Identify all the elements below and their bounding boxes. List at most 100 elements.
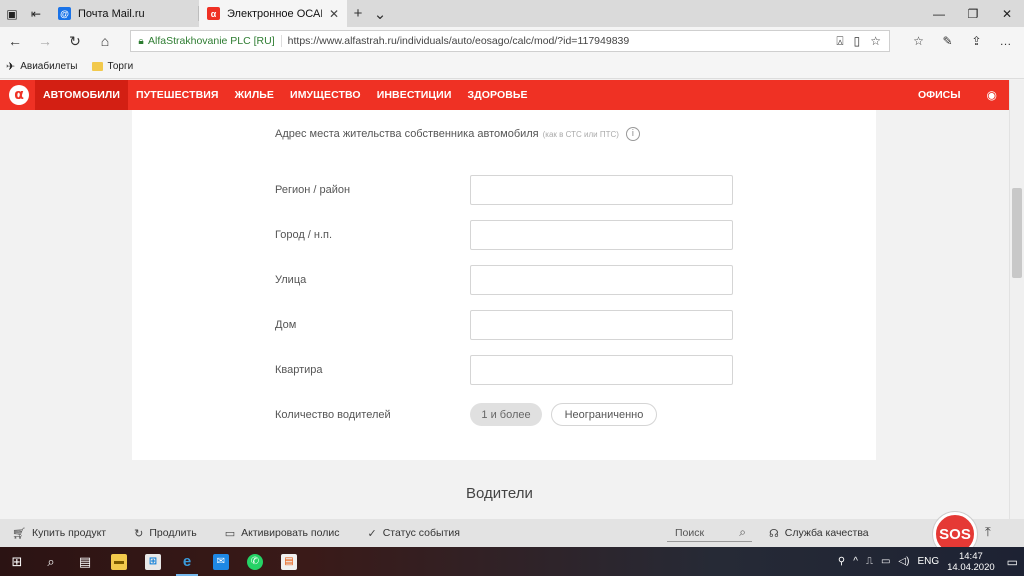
task-view-icon[interactable]: ▤ bbox=[68, 547, 102, 576]
apartment-label: Квартира bbox=[275, 364, 323, 376]
event-status-button[interactable]: ✓ Статус события bbox=[367, 527, 459, 540]
file-explorer-icon[interactable]: ▬ bbox=[102, 547, 136, 576]
alfa-logo[interactable]: α bbox=[9, 85, 29, 105]
edge-icon[interactable]: e bbox=[170, 547, 204, 576]
volume-icon[interactable]: ◁) bbox=[898, 556, 909, 567]
browser-tools: ☆ ✎ ⇪ … bbox=[904, 27, 1020, 55]
scroll-to-top-icon[interactable]: ⤒ bbox=[985, 524, 991, 540]
nav-item-travel[interactable]: ПУТЕШЕСТВИЯ bbox=[128, 80, 227, 110]
activate-policy-label: Активировать полис bbox=[241, 527, 340, 539]
close-window-icon[interactable]: ✕ bbox=[990, 0, 1024, 27]
site-header: α АВТОМОБИЛИ ПУТЕШЕСТВИЯ ЖИЛЬЕ ИМУЩЕСТВО… bbox=[0, 80, 1009, 110]
battery-icon[interactable]: ▭ bbox=[881, 556, 890, 567]
folder-icon bbox=[91, 62, 103, 71]
clock-date: 14.04.2020 bbox=[947, 561, 995, 573]
close-tab-icon[interactable]: ✕ bbox=[329, 7, 339, 21]
tab-eosago[interactable]: α Электронное ОСАГО ✕ bbox=[199, 0, 347, 27]
renew-icon: ↻ bbox=[134, 527, 144, 540]
address-bar-row: ← → ↻ ⌂ 🔒︎ AlfaStrakhovanie PLC [RU] htt… bbox=[0, 27, 1024, 55]
language-indicator[interactable]: ENG bbox=[917, 556, 939, 567]
main-nav: АВТОМОБИЛИ ПУТЕШЕСТВИЯ ЖИЛЬЕ ИМУЩЕСТВО И… bbox=[35, 80, 536, 110]
certificate-label[interactable]: AlfaStrakhovanie PLC [RU] bbox=[148, 35, 282, 47]
more-icon[interactable]: … bbox=[991, 34, 1020, 48]
tab-actions-icon[interactable]: ▣ bbox=[0, 0, 24, 27]
search-icon[interactable]: ⌕ bbox=[34, 547, 68, 576]
eye-icon[interactable]: ◉ bbox=[987, 88, 997, 102]
drivers-option-unlimited[interactable]: Неограниченно bbox=[551, 403, 657, 426]
new-tab-icon[interactable]: + bbox=[347, 0, 369, 27]
apartment-input[interactable] bbox=[470, 355, 733, 385]
nav-item-health[interactable]: ЗДОРОВЬЕ bbox=[459, 80, 535, 110]
drivers-section-title: Водители bbox=[466, 485, 533, 502]
address-form-card: Адрес места жительства собственника авто… bbox=[132, 110, 876, 460]
url-text[interactable]: https://www.alfastrah.ru/individuals/aut… bbox=[288, 35, 630, 47]
nav-item-property[interactable]: ИМУЩЕСТВО bbox=[282, 80, 369, 110]
alfa-icon: α bbox=[207, 7, 220, 20]
mail-app-icon[interactable]: ✉ bbox=[204, 547, 238, 576]
windows-start-icon[interactable]: ⊞ bbox=[0, 554, 34, 570]
bookmark-label: Торги bbox=[107, 61, 134, 72]
document-app-icon[interactable]: ▤ bbox=[272, 547, 306, 576]
home-icon[interactable]: ⌂ bbox=[90, 33, 120, 49]
nav-item-housing[interactable]: ЖИЛЬЕ bbox=[227, 80, 282, 110]
clock-time: 14:47 bbox=[958, 550, 983, 562]
section-title-text: Адрес места жительства собственника авто… bbox=[275, 128, 539, 140]
bookmark-torgi[interactable]: Торги bbox=[91, 61, 134, 72]
tab-title: Электронное ОСАГО bbox=[227, 7, 322, 20]
activate-policy-button[interactable]: ▭ Активировать полис bbox=[225, 527, 340, 540]
buy-product-label: Купить продукт bbox=[31, 527, 107, 539]
back-icon[interactable]: ← bbox=[0, 33, 30, 49]
tab-mail[interactable]: @ Почта Mail.ru bbox=[50, 0, 198, 27]
translate-icon[interactable]: ⍓ bbox=[836, 34, 843, 49]
city-input[interactable] bbox=[470, 220, 733, 250]
quality-service-button[interactable]: ☊ Служба качества bbox=[769, 519, 869, 547]
bookmark-aviabilety[interactable]: ✈ Авиабилеты bbox=[6, 60, 78, 73]
favorites-icon[interactable]: ☆ bbox=[904, 34, 933, 48]
tray-chevron-icon[interactable]: ^ bbox=[853, 556, 858, 567]
renew-button[interactable]: ↻ Продлить bbox=[134, 527, 197, 540]
notes-icon[interactable]: ✎ bbox=[933, 34, 962, 48]
drivers-count-label: Количество водителей bbox=[275, 409, 391, 421]
offices-link[interactable]: ОФИСЫ bbox=[918, 89, 961, 101]
nav-item-investments[interactable]: ИНВЕСТИЦИИ bbox=[369, 80, 460, 110]
windows-taskbar: ⊞ ⌕ ▤ ▬ ⊞ e ✉ ✆ ▤ ⚲ ^ ⎍ ▭ ◁) ENG 14:47 1… bbox=[0, 547, 1024, 576]
bookmark-label: Авиабилеты bbox=[20, 61, 78, 72]
house-label: Дом bbox=[275, 319, 297, 331]
people-icon[interactable]: ⚲ bbox=[838, 556, 845, 567]
bookmarks-bar: ✈ Авиабилеты Торги bbox=[0, 55, 1024, 79]
chevron-down-icon[interactable]: ⌄ bbox=[369, 0, 391, 27]
nav-item-auto[interactable]: АВТОМОБИЛИ bbox=[35, 80, 129, 110]
browser-tab-strip: ▣ ⇤ @ Почта Mail.ru α Электронное ОСАГО … bbox=[0, 0, 1024, 27]
set-tabs-aside-icon[interactable]: ⇤ bbox=[24, 0, 48, 27]
share-icon[interactable]: ⇪ bbox=[962, 34, 991, 48]
whatsapp-icon[interactable]: ✆ bbox=[238, 547, 272, 576]
drivers-option-one-or-more[interactable]: 1 и более bbox=[470, 403, 542, 426]
clock[interactable]: 14:47 14.04.2020 bbox=[947, 551, 995, 573]
search-placeholder: Поиск bbox=[675, 526, 705, 539]
network-icon[interactable]: ⎍ bbox=[866, 556, 873, 567]
system-tray: ⚲ ^ ⎍ ▭ ◁) ENG 14:47 14.04.2020 ▭ bbox=[838, 551, 1024, 573]
page-scrollbar[interactable] bbox=[1009, 80, 1024, 519]
lock-icon[interactable]: 🔒︎ bbox=[134, 36, 148, 47]
region-input[interactable] bbox=[470, 175, 733, 205]
minimize-icon[interactable]: — bbox=[922, 0, 956, 27]
section-hint: (как в СТС или ПТС) bbox=[542, 129, 619, 139]
reading-view-icon[interactable]: ▯ bbox=[854, 34, 861, 49]
scrollbar-thumb[interactable] bbox=[1012, 188, 1022, 278]
plane-icon: ✈ bbox=[6, 61, 16, 73]
url-field[interactable]: 🔒︎ AlfaStrakhovanie PLC [RU] https://www… bbox=[130, 30, 890, 52]
restore-icon[interactable]: ❐ bbox=[956, 0, 990, 27]
refresh-icon[interactable]: ↻ bbox=[60, 33, 90, 50]
store-icon[interactable]: ⊞ bbox=[136, 547, 170, 576]
buy-product-button[interactable]: 🛒︎ Купить продукт bbox=[12, 527, 106, 540]
search-input[interactable]: Поиск ⌕ bbox=[667, 524, 752, 542]
forward-icon[interactable]: → bbox=[30, 33, 60, 49]
check-circle-icon: ✓ bbox=[367, 527, 377, 540]
street-input[interactable] bbox=[470, 265, 733, 295]
notifications-icon[interactable]: ▭ bbox=[1007, 555, 1018, 569]
search-icon[interactable]: ⌕ bbox=[739, 525, 746, 540]
favorite-star-icon[interactable]: ☆ bbox=[870, 34, 881, 49]
info-icon[interactable]: i bbox=[625, 127, 640, 141]
house-input[interactable] bbox=[470, 310, 733, 340]
region-label: Регион / район bbox=[275, 184, 351, 196]
